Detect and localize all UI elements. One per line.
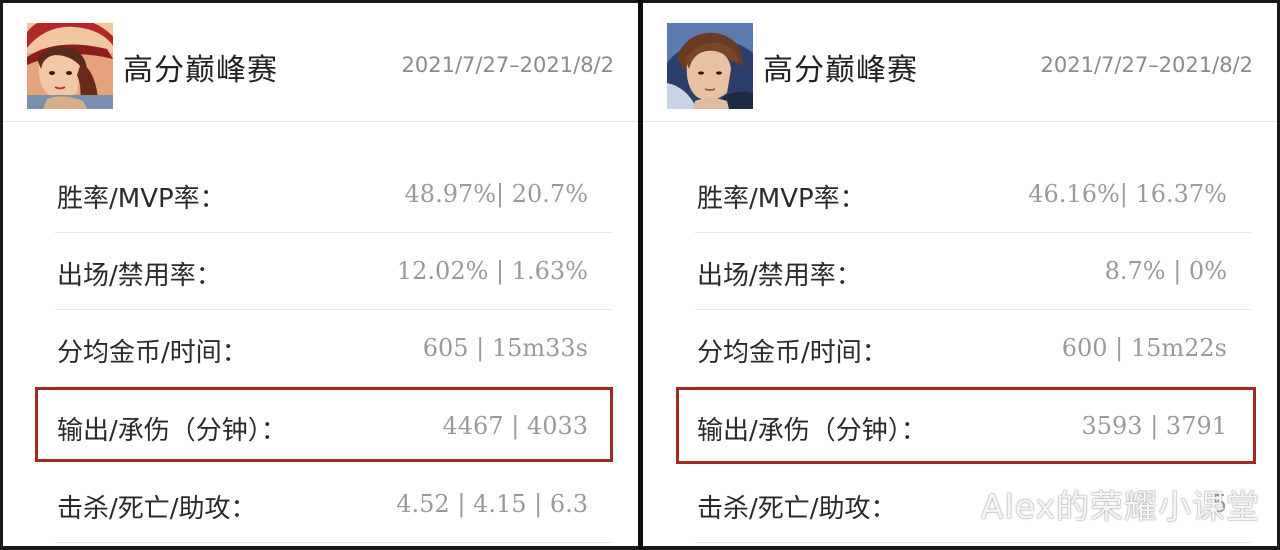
- stat-value: 12.02% | 1.63%: [396, 257, 588, 285]
- stat-value: 8.7% | 0%: [1104, 257, 1227, 285]
- stat-value: 46.16%| 16.37%: [1028, 180, 1227, 208]
- hero-avatar[interactable]: [667, 23, 753, 109]
- panel-header: 高分巅峰赛 2021/7/27–2021/8/2: [643, 3, 1277, 122]
- watermark: Alex的荣耀小课堂: [981, 487, 1260, 526]
- stat-row-gold-time: 分均金币/时间： 605 | 15m33s: [55, 310, 612, 387]
- stat-row-win-mvp: 胜率/MVP率： 48.97%| 20.7%: [55, 156, 612, 233]
- hero-stats-panel-left: 高分巅峰赛 2021/7/27–2021/8/2 胜率/MVP率： 48.97%…: [3, 3, 638, 546]
- stat-label: 胜率/MVP率：: [57, 184, 226, 214]
- highlight-box: [35, 387, 613, 462]
- stat-value: 600 | 15m22s: [1061, 334, 1227, 362]
- stat-label: 胜率/MVP率：: [697, 184, 866, 214]
- stat-label: 出场/禁用率：: [697, 261, 862, 291]
- panel-divider: [638, 0, 643, 550]
- hero-avatar[interactable]: [27, 23, 113, 109]
- highlight-box: [676, 387, 1256, 464]
- stat-label: 出场/禁用率：: [57, 261, 222, 291]
- frame-edge: [0, 0, 3, 550]
- date-range: 2021/7/27–2021/8/2: [401, 53, 615, 77]
- date-range: 2021/7/27–2021/8/2: [1040, 53, 1254, 77]
- event-title: 高分巅峰赛: [123, 53, 278, 88]
- stat-value: 4.52 | 4.15 | 6.3: [396, 490, 588, 518]
- stat-value: 605 | 15m33s: [422, 334, 588, 362]
- stat-row-kda: 击杀/死亡/助攻： 4.52 | 4.15 | 6.3: [55, 466, 612, 543]
- hero-stats-panel-right: 高分巅峰赛 2021/7/27–2021/8/2 胜率/MVP率： 46.16%…: [643, 3, 1277, 546]
- stat-label: 分均金币/时间：: [697, 338, 888, 368]
- stat-row-pick-ban: 出场/禁用率： 12.02% | 1.63%: [55, 233, 612, 310]
- event-title: 高分巅峰赛: [763, 53, 918, 88]
- stat-row-pick-ban: 出场/禁用率： 8.7% | 0%: [695, 233, 1251, 310]
- stat-label: 击杀/死亡/助攻：: [57, 494, 257, 524]
- stat-value: 48.97%| 20.7%: [404, 180, 588, 208]
- panel-header: 高分巅峰赛 2021/7/27–2021/8/2: [3, 3, 638, 122]
- stat-label: 击杀/死亡/助攻：: [697, 494, 897, 524]
- stat-row-win-mvp: 胜率/MVP率： 46.16%| 16.37%: [695, 156, 1251, 233]
- comparison-screenshot: 高分巅峰赛 2021/7/27–2021/8/2 胜率/MVP率： 48.97%…: [0, 0, 1280, 550]
- stat-label: 分均金币/时间：: [57, 338, 248, 368]
- stat-row-gold-time: 分均金币/时间： 600 | 15m22s: [695, 310, 1251, 387]
